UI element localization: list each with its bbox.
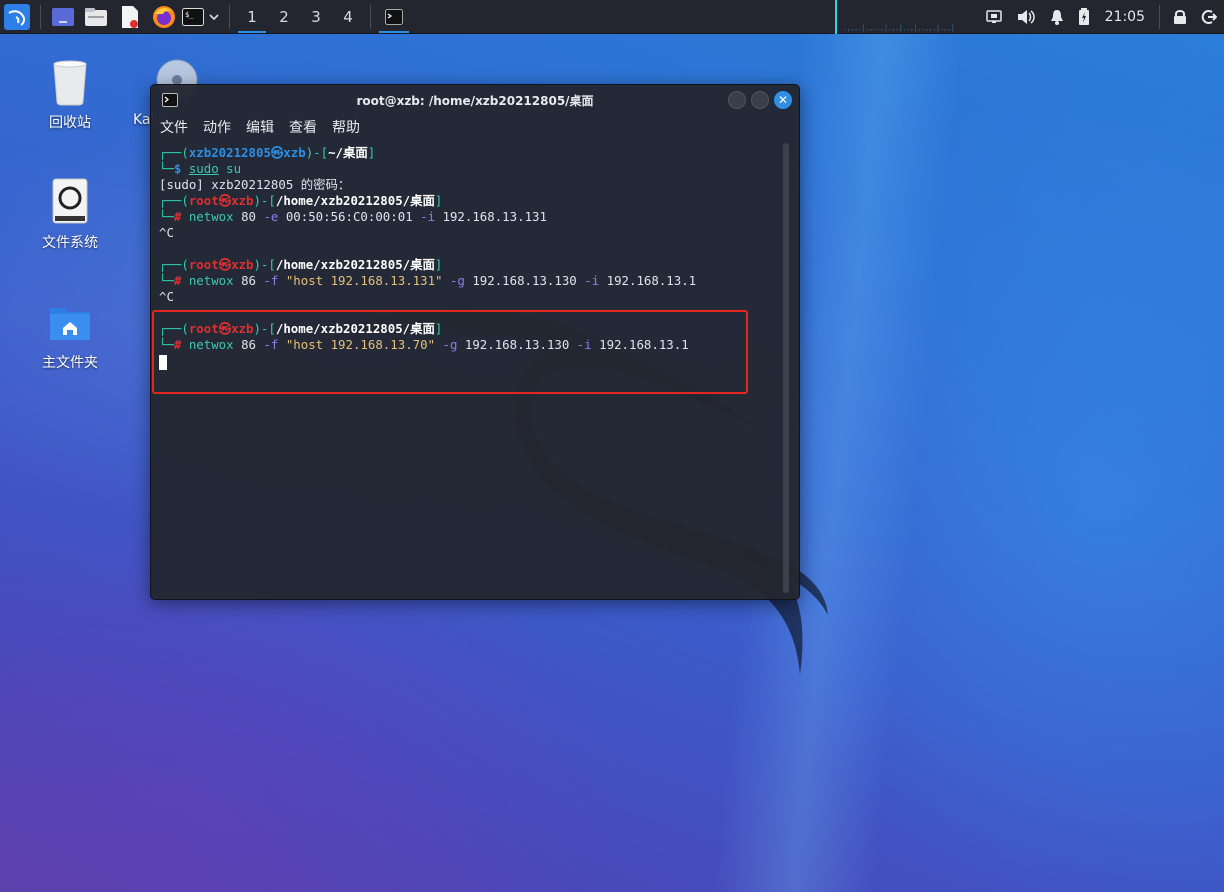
- workspace-4[interactable]: 4: [332, 0, 364, 34]
- logout-icon: [1201, 10, 1217, 24]
- cpu-monitor-graph: .,.,.|.,..,|.,.|..,|,.,,.|.,,|: [835, 0, 963, 34]
- workspace-1[interactable]: 1: [236, 0, 268, 34]
- minimize-button[interactable]: [728, 91, 746, 109]
- taskbar-separator: [40, 4, 41, 29]
- text-editor-button[interactable]: [113, 0, 147, 34]
- tray-separator: [1159, 5, 1160, 29]
- close-icon: ✕: [777, 93, 789, 107]
- workspace-2[interactable]: 2: [268, 0, 300, 34]
- system-tray: 21:05: [979, 0, 1224, 34]
- workspace-label: 1: [247, 7, 257, 26]
- desktop-icon-trash[interactable]: 回收站: [25, 58, 115, 132]
- desktop-icon-label: 文件系统: [42, 235, 98, 251]
- kali-menu-button[interactable]: [0, 0, 34, 34]
- network-icon: [985, 10, 1002, 23]
- firefox-button[interactable]: [147, 0, 181, 34]
- terminal-line: └─# netwox 86 -f "host 192.168.13.131" -…: [159, 273, 697, 288]
- window-controls: ✕: [728, 91, 792, 109]
- terminal-icon: $_: [182, 7, 204, 26]
- text-editor-icon: [122, 5, 138, 28]
- workspace-label: 3: [311, 7, 321, 26]
- battery-icon: [1078, 8, 1089, 25]
- file-manager-icon: [85, 7, 107, 26]
- kali-menu-icon: [4, 3, 30, 30]
- menu-file[interactable]: 文件: [160, 117, 188, 137]
- terminal-line: ┌──(root㉿xzb)-[/home/xzb20212805/桌面]: [159, 257, 443, 272]
- terminal-scrollbar[interactable]: [783, 143, 789, 593]
- taskbar: $_ 1 2 3 4 .,.,.|.,..,|.,.|..,|,.,,.|.,,…: [0, 0, 1224, 34]
- lock-icon: [1174, 10, 1186, 24]
- trash-icon: [48, 58, 92, 106]
- taskbar-separator: [229, 4, 230, 29]
- network-button[interactable]: [979, 0, 1009, 34]
- home-folder-icon: [48, 298, 92, 346]
- cpu-graph-trace: .,.,.|.,..,|.,.|..,|,.,,.|.,,|: [843, 24, 955, 32]
- terminal-titlebar[interactable]: root@xzb: /home/xzb20212805/桌面 ✕: [151, 85, 799, 115]
- clock[interactable]: 21:05: [1097, 9, 1153, 25]
- annotation-highlight-box: [152, 310, 748, 394]
- maximize-button[interactable]: [751, 91, 769, 109]
- desktop-icon-label: 主文件夹: [42, 355, 98, 371]
- taskbar-terminal-task[interactable]: [377, 0, 411, 34]
- terminal-menubar: 文件 动作 编辑 查看 帮助: [151, 115, 799, 139]
- desktop-icon-filesystem[interactable]: 文件系统: [25, 178, 115, 252]
- terminal-line: ^C: [159, 289, 174, 304]
- launcher-dropdown-button[interactable]: [205, 0, 223, 34]
- show-desktop-icon: [52, 7, 74, 26]
- battery-button[interactable]: [1071, 0, 1097, 34]
- menu-actions[interactable]: 动作: [203, 117, 231, 137]
- terminal-launcher-button[interactable]: $_: [181, 0, 205, 34]
- terminal-line: ^C: [159, 225, 174, 240]
- menu-edit[interactable]: 编辑: [246, 117, 274, 137]
- logout-button[interactable]: [1194, 0, 1224, 34]
- desktop-icon-label: 回收站: [49, 115, 91, 131]
- close-button[interactable]: ✕: [774, 91, 792, 109]
- menu-help[interactable]: 帮助: [332, 117, 360, 137]
- chevron-down-icon: [209, 13, 219, 20]
- workspace-3[interactable]: 3: [300, 0, 332, 34]
- notifications-button[interactable]: [1043, 0, 1071, 34]
- notification-bell-icon: [1050, 10, 1063, 25]
- show-desktop-button[interactable]: [47, 0, 79, 34]
- terminal-line: └─$ sudo su: [159, 161, 242, 176]
- terminal-icon: [162, 93, 178, 110]
- workspace-label: 4: [343, 7, 353, 26]
- svg-text:$_: $_: [185, 11, 194, 19]
- terminal-line: └─# netwox 80 -e 00:50:56:C0:00:01 -i 19…: [159, 209, 547, 224]
- terminal-line: ┌──(root㉿xzb)-[/home/xzb20212805/桌面]: [159, 193, 443, 208]
- terminal-line: [sudo] xzb20212805 的密码：: [159, 177, 351, 192]
- workspace-label: 2: [279, 7, 289, 26]
- firefox-icon: [153, 5, 175, 28]
- taskbar-separator: [370, 4, 371, 29]
- terminal-line: ┌──(xzb20212805㉿xzb)-[~/桌面]: [159, 145, 376, 160]
- volume-button[interactable]: [1009, 0, 1043, 34]
- window-title: root@xzb: /home/xzb20212805/桌面: [356, 93, 594, 108]
- terminal-icon: [385, 8, 403, 25]
- menu-view[interactable]: 查看: [289, 117, 317, 137]
- file-manager-button[interactable]: [79, 0, 113, 34]
- lock-screen-button[interactable]: [1166, 0, 1194, 34]
- volume-icon: [1017, 10, 1035, 24]
- desktop-icon-home[interactable]: 主文件夹: [25, 298, 115, 372]
- filesystem-icon: [48, 178, 92, 226]
